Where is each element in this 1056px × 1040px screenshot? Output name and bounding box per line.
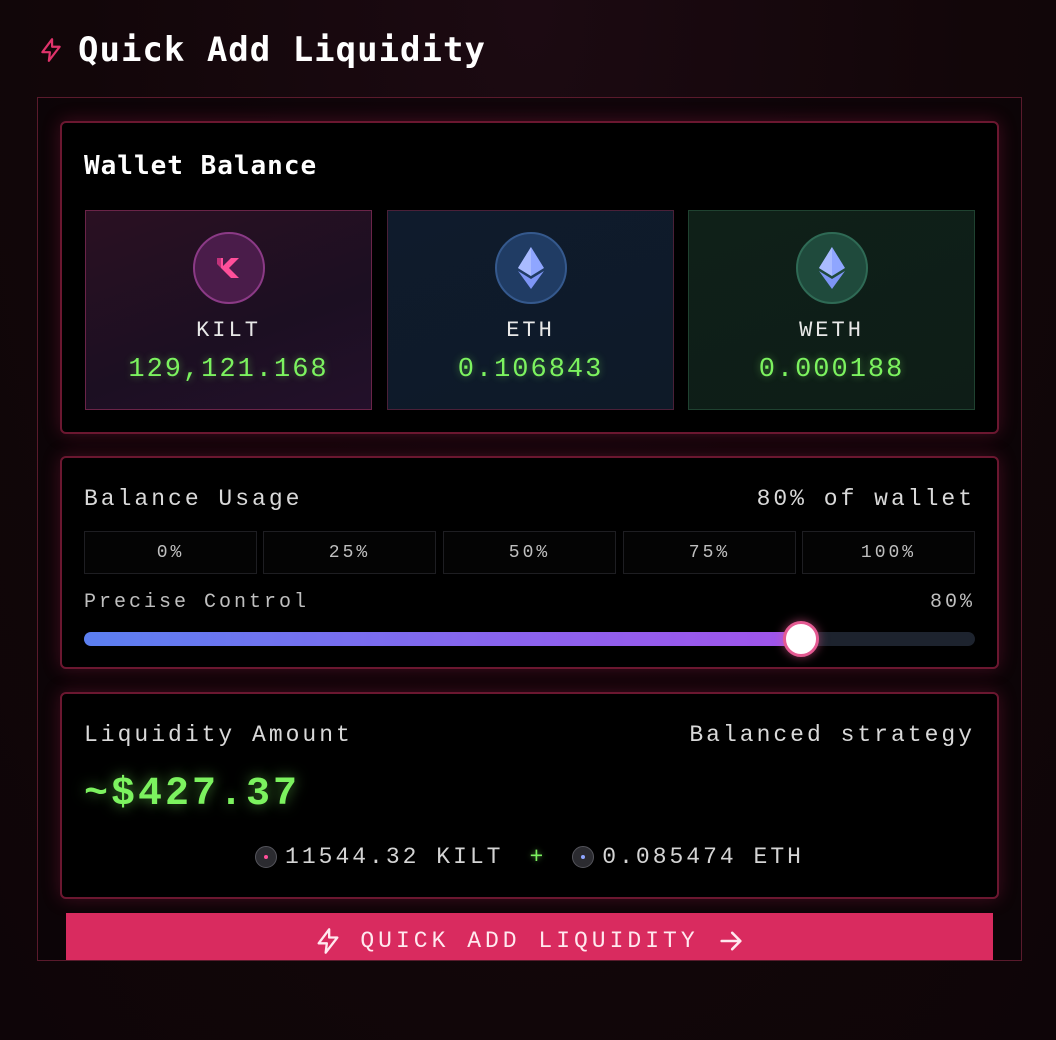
token-card-kilt: KILT 129,121.168	[85, 210, 372, 410]
percent-50-button[interactable]: 50%	[443, 531, 616, 574]
slider-thumb[interactable]	[783, 621, 819, 657]
liquidity-header: Liquidity Amount Balanced strategy	[84, 722, 975, 748]
page-title: Quick Add Liquidity	[78, 30, 486, 70]
percent-75-button[interactable]: 75%	[623, 531, 796, 574]
percent-25-button[interactable]: 25%	[263, 531, 436, 574]
balance-usage-card: Balance Usage 80% of wallet 0% 25% 50% 7…	[60, 456, 999, 669]
balance-slider[interactable]	[84, 621, 975, 657]
token-symbol: WETH	[799, 318, 864, 343]
kilt-token-dot-icon	[255, 846, 278, 868]
eth-amount: 0.085474 ETH	[602, 844, 804, 870]
balance-usage-label: Balance Usage	[84, 486, 303, 512]
liquidity-amount-label: Liquidity Amount	[84, 722, 353, 748]
wallet-balance-card: Wallet Balance KILT 129,121.168 ETH 0.10…	[60, 121, 999, 434]
quick-add-liquidity-button[interactable]: QUICK ADD LIQUIDITY	[66, 913, 993, 960]
ethereum-icon	[795, 232, 868, 304]
liquidity-amount-value: ~$427.37	[84, 772, 301, 817]
percentage-buttons: 0% 25% 50% 75% 100%	[84, 531, 975, 574]
token-balances: KILT 129,121.168 ETH 0.106843 WETH 0.000…	[85, 210, 976, 410]
lightning-icon	[317, 928, 339, 954]
lightning-icon	[41, 38, 61, 62]
eth-token-dot-icon	[572, 846, 595, 868]
token-symbol: ETH	[506, 318, 555, 343]
slider-fill	[84, 632, 797, 646]
percent-0-button[interactable]: 0%	[84, 531, 257, 574]
token-card-eth: ETH 0.106843	[387, 210, 674, 410]
wallet-balance-title: Wallet Balance	[84, 151, 318, 181]
balance-usage-header: Balance Usage 80% of wallet	[84, 486, 975, 512]
liquidity-breakdown: 11544.32 KILT + 0.085474 ETH	[62, 844, 997, 870]
quick-add-liquidity-label: QUICK ADD LIQUIDITY	[360, 928, 699, 954]
precise-control-value: 80%	[929, 591, 975, 614]
kilt-amount: 11544.32 KILT	[285, 844, 504, 870]
balance-usage-summary: 80% of wallet	[756, 486, 975, 512]
header: Quick Add Liquidity	[38, 28, 486, 72]
percent-100-button[interactable]: 100%	[802, 531, 975, 574]
token-balance: 0.106843	[457, 355, 604, 385]
precise-control-label: Precise Control	[84, 591, 310, 614]
token-symbol: KILT	[196, 318, 261, 343]
token-balance: 129,121.168	[128, 355, 329, 385]
kilt-logo-icon	[192, 232, 265, 304]
ethereum-icon	[494, 232, 567, 304]
token-balance: 0.000188	[758, 355, 905, 385]
liquidity-amount-card: Liquidity Amount Balanced strategy ~$427…	[60, 692, 999, 899]
precise-control-row: Precise Control 80%	[84, 591, 975, 614]
page: Quick Add Liquidity Wallet Balance KILT …	[0, 0, 1056, 1040]
arrow-right-icon	[720, 931, 742, 951]
strategy-label: Balanced strategy	[689, 722, 975, 748]
plus-sign: +	[529, 844, 547, 870]
quick-add-panel: Wallet Balance KILT 129,121.168 ETH 0.10…	[37, 97, 1022, 961]
token-card-weth: WETH 0.000188	[688, 210, 975, 410]
